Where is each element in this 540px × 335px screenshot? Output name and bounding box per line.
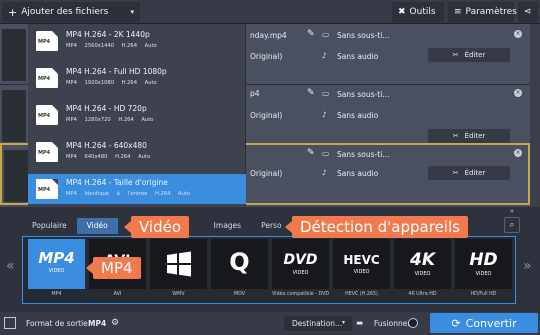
- pencil-icon[interactable]: ✎: [307, 88, 315, 98]
- scissors-icon: ✂: [452, 132, 459, 140]
- subtitles-dropdown[interactable]: Sans sous-ti...: [337, 150, 389, 159]
- subtitle-icon: ▭: [322, 89, 330, 98]
- subtitles-dropdown[interactable]: Sans sous-ti...: [337, 90, 389, 99]
- audio-dropdown[interactable]: Sans audio: [337, 169, 378, 178]
- video-sublabel: VIDEO: [414, 271, 431, 277]
- video-thumbnail: [2, 90, 26, 142]
- pencil-icon[interactable]: ✎: [307, 29, 315, 39]
- preset-item[interactable]: MP4 MP4 H.264 - 640x480 MP4 640x480 H.26…: [28, 137, 246, 167]
- mp4-file-icon: MP4: [36, 179, 58, 199]
- add-files-button[interactable]: + Ajouter des fichiers ▾: [2, 2, 140, 22]
- format-card-dvd[interactable]: DVD VIDEO: [272, 239, 329, 289]
- edit-button[interactable]: ✂ Éditer: [428, 129, 510, 143]
- file-list-scrollbar[interactable]: [530, 24, 540, 207]
- tab-video[interactable]: Vidéo: [76, 218, 118, 234]
- scissors-icon: ✂: [452, 51, 459, 59]
- edit-button[interactable]: ✂ Éditer: [428, 166, 510, 180]
- remove-file-button[interactable]: ×: [514, 149, 522, 157]
- device-detection-icon[interactable]: ⌕: [504, 217, 520, 233]
- subtitles-dropdown[interactable]: Sans sous-ti...: [337, 31, 389, 40]
- callout-video: Vidéo: [123, 216, 190, 238]
- audio-icon: ♪: [322, 168, 327, 177]
- scroll-left-arrow[interactable]: «: [6, 258, 15, 274]
- tools-button[interactable]: ✖ Outils: [392, 2, 444, 22]
- refresh-icon: ⟳: [451, 316, 461, 330]
- audio-icon: ♪: [322, 51, 327, 60]
- mp4-file-icon: MP4: [36, 105, 58, 125]
- chevron-down-icon: ▾: [342, 319, 346, 326]
- output-format-icon: [4, 317, 16, 329]
- chevron-down-icon: ▾: [130, 8, 134, 16]
- preset-dropdown: MP4 MP4 H.264 - 2K 1440p MP4 2560x1440 H…: [28, 24, 246, 208]
- scissors-icon: ✂: [452, 169, 459, 177]
- folder-icon[interactable]: ▬: [356, 318, 363, 327]
- callout-device-detection: Détection d'appareils: [285, 216, 468, 238]
- subtitle-icon: ▭: [322, 149, 330, 158]
- merge-label[interactable]: Fusionner: [374, 319, 410, 328]
- video-thumbnail: [4, 150, 28, 202]
- mp4-file-icon: MP4: [36, 142, 58, 162]
- format-card-hevc[interactable]: HEVC VIDEO: [333, 239, 390, 289]
- preset-item[interactable]: MP4 MP4 H.264 - HD 720p MP4 1280x720 H.2…: [28, 100, 246, 130]
- video-thumbnail: [2, 29, 26, 81]
- merge-toggle[interactable]: [408, 318, 418, 328]
- convert-button[interactable]: ⟳ Convertir: [430, 313, 538, 333]
- format-card-mp4[interactable]: MP4 VIDEO: [28, 239, 85, 289]
- collapse-panel-icon[interactable]: »: [506, 207, 518, 215]
- audio-icon: ♪: [322, 110, 327, 119]
- pencil-icon[interactable]: ✎: [307, 148, 315, 158]
- tab-popular[interactable]: Populaire: [22, 218, 77, 234]
- remove-file-button[interactable]: ×: [514, 30, 522, 38]
- preset-item-selected[interactable]: MP4 MP4 H.264 - Taille d'origine MP4 Ide…: [28, 174, 246, 204]
- scroll-right-arrow[interactable]: »: [523, 258, 532, 274]
- format-card-wmv[interactable]: [150, 239, 207, 289]
- gear-icon[interactable]: ⚙: [111, 318, 119, 328]
- share-icon[interactable]: ⋖: [518, 2, 538, 22]
- video-sublabel: VIDEO: [475, 271, 492, 277]
- edit-button[interactable]: ✂ Éditer: [428, 48, 510, 62]
- video-sublabel: VIDEO: [48, 268, 65, 274]
- format-card-hd[interactable]: HD VIDEO: [455, 239, 512, 289]
- remove-file-button[interactable]: ×: [514, 89, 522, 97]
- preset-item[interactable]: MP4 MP4 H.264 - Full HD 1080p MP4 1920x1…: [28, 63, 246, 93]
- tab-images[interactable]: Images: [204, 218, 251, 234]
- windows-logo-icon: [166, 249, 192, 279]
- format-card-4k[interactable]: 4K VIDEO: [394, 239, 451, 289]
- settings-button[interactable]: ≡ Paramètres: [448, 2, 517, 22]
- video-sublabel: VIDEO: [292, 270, 309, 276]
- callout-mp4: MP4: [86, 257, 141, 279]
- mp4-file-icon: MP4: [36, 31, 58, 51]
- destination-dropdown[interactable]: Destination... ▾: [284, 316, 352, 331]
- top-toolbar: + Ajouter des fichiers ▾ ✖ Outils ≡ Para…: [0, 0, 540, 24]
- format-card-mov[interactable]: Q: [211, 239, 268, 289]
- mp4-file-icon: MP4: [36, 68, 58, 88]
- preset-item[interactable]: MP4 MP4 H.264 - 2K 1440p MP4 2560x1440 H…: [28, 26, 246, 56]
- video-sublabel: VIDEO: [353, 269, 370, 275]
- audio-dropdown[interactable]: Sans audio: [337, 111, 378, 120]
- audio-dropdown[interactable]: Sans audio: [337, 52, 378, 61]
- plus-icon: +: [8, 5, 18, 19]
- menu-icon: ≡: [454, 7, 462, 17]
- tools-icon: ✖: [398, 7, 406, 17]
- subtitle-icon: ▭: [322, 30, 330, 39]
